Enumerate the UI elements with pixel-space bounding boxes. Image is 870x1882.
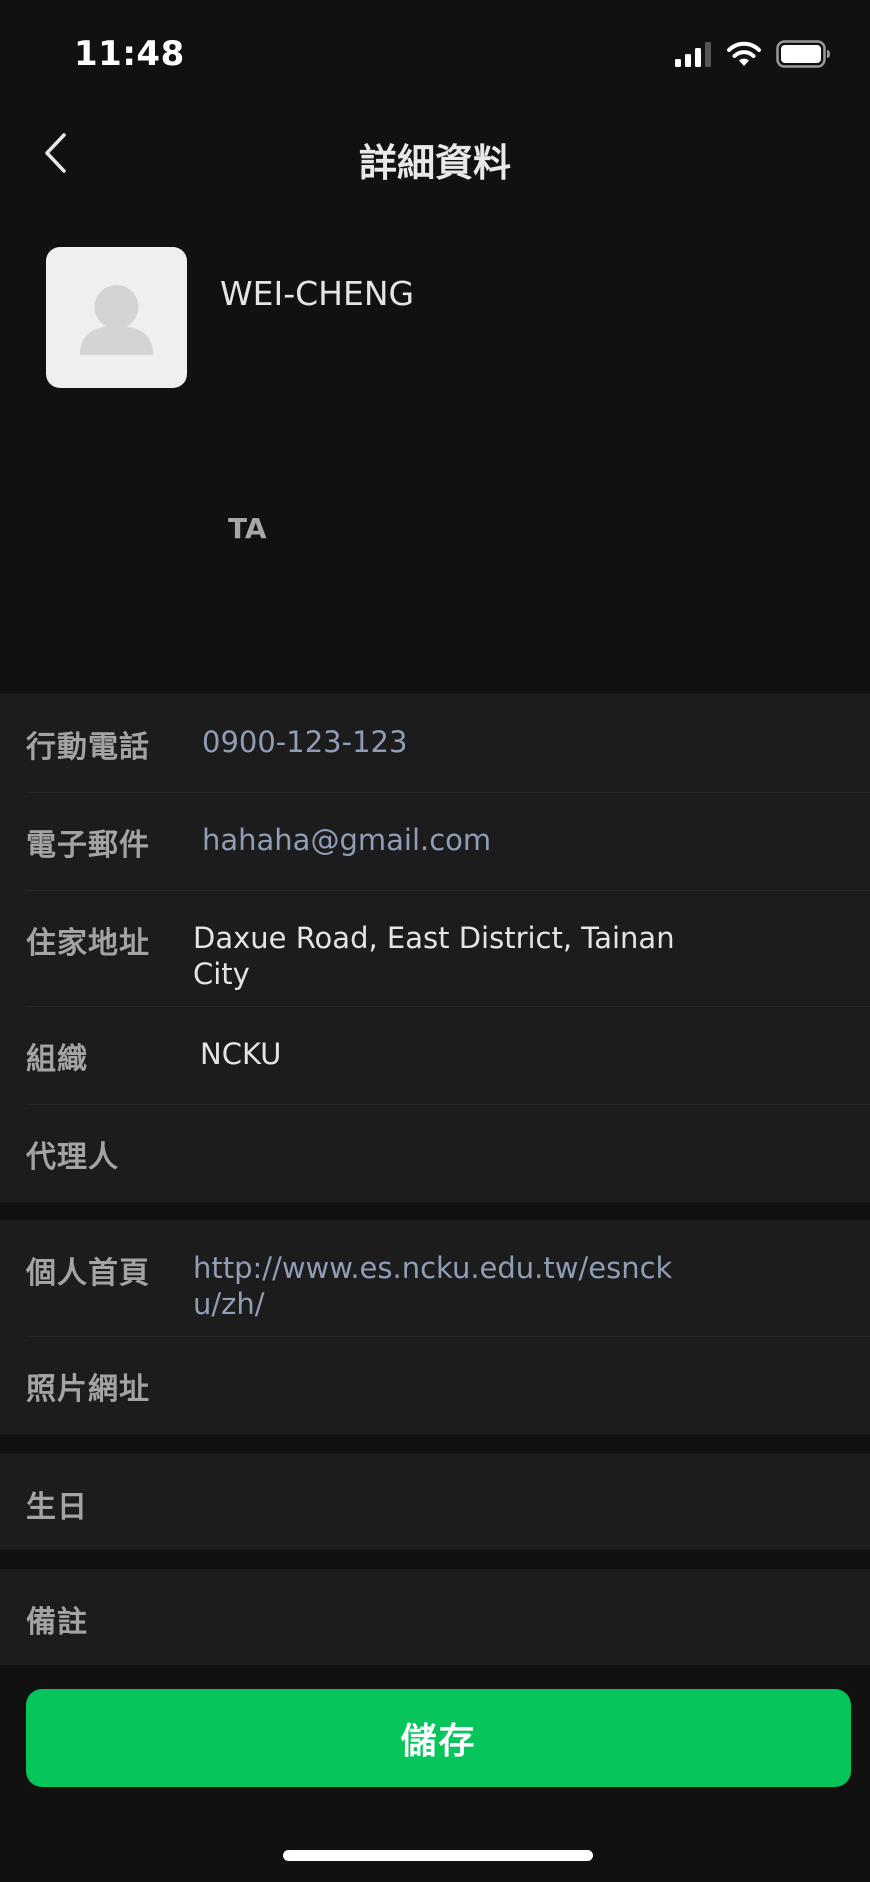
agent-label: 代理人: [26, 1140, 119, 1175]
mobile-value[interactable]: 0900-123-123: [202, 724, 407, 760]
organization-row[interactable]: 組織 NCKU: [0, 1006, 870, 1104]
contact-section: 行動電話 0900-123-123 電子郵件 hahaha@gmail.com …: [0, 694, 870, 1202]
home-indicator[interactable]: [283, 1850, 593, 1861]
email-label: 電子郵件: [26, 828, 150, 863]
wifi-icon: [726, 40, 762, 72]
notes-label: 備註: [26, 1605, 88, 1640]
address-value[interactable]: Daxue Road, East District, Tainan City: [193, 920, 675, 992]
address-line-1: Daxue Road, East District, Tainan: [193, 921, 675, 955]
homepage-row[interactable]: 個人首頁 http://www.es.ncku.edu.tw/esnck u/z…: [0, 1220, 870, 1336]
birthday-row[interactable]: 生日: [0, 1454, 870, 1550]
notes-row[interactable]: 備註: [0, 1569, 870, 1665]
address-line-2: City: [193, 957, 250, 991]
nav-bar: 詳細資料: [0, 110, 870, 200]
notes-section: 備註: [0, 1569, 870, 1665]
birthday-label: 生日: [26, 1490, 88, 1525]
page-title: 詳細資料: [358, 141, 511, 185]
cellular-signal-icon: [674, 41, 712, 71]
homepage-value[interactable]: http://www.es.ncku.edu.tw/esnck u/zh/: [193, 1250, 672, 1322]
battery-icon: [776, 40, 832, 72]
address-label: 住家地址: [26, 926, 150, 961]
profile-name[interactable]: WEI-CHENG: [220, 274, 414, 313]
email-value[interactable]: hahaha@gmail.com: [202, 822, 491, 858]
status-icons: [674, 40, 832, 72]
web-section: 個人首頁 http://www.es.ncku.edu.tw/esnck u/z…: [0, 1220, 870, 1434]
organization-label: 組織: [26, 1042, 88, 1077]
profile-tag[interactable]: TA: [228, 512, 267, 545]
organization-value[interactable]: NCKU: [200, 1036, 281, 1072]
avatar[interactable]: [46, 247, 187, 388]
photo-url-row[interactable]: 照片網址: [0, 1336, 870, 1434]
email-row[interactable]: 電子郵件 hahaha@gmail.com: [0, 792, 870, 890]
status-time: 11:48: [74, 34, 185, 74]
status-bar: 11:48: [0, 0, 870, 110]
birthday-section: 生日: [0, 1454, 870, 1550]
save-button[interactable]: 儲存: [26, 1689, 851, 1787]
photo-url-label: 照片網址: [26, 1372, 150, 1407]
address-row[interactable]: 住家地址 Daxue Road, East District, Tainan C…: [0, 890, 870, 1006]
profile-header: WEI-CHENG TA: [0, 200, 870, 692]
mobile-label: 行動電話: [26, 730, 150, 765]
agent-row[interactable]: 代理人: [0, 1104, 870, 1202]
homepage-label: 個人首頁: [26, 1256, 150, 1291]
homepage-line-1: http://www.es.ncku.edu.tw/esnck: [193, 1251, 673, 1285]
homepage-line-2: u/zh/: [193, 1287, 265, 1321]
default-avatar-icon: [46, 285, 187, 388]
mobile-row[interactable]: 行動電話 0900-123-123: [0, 694, 870, 792]
